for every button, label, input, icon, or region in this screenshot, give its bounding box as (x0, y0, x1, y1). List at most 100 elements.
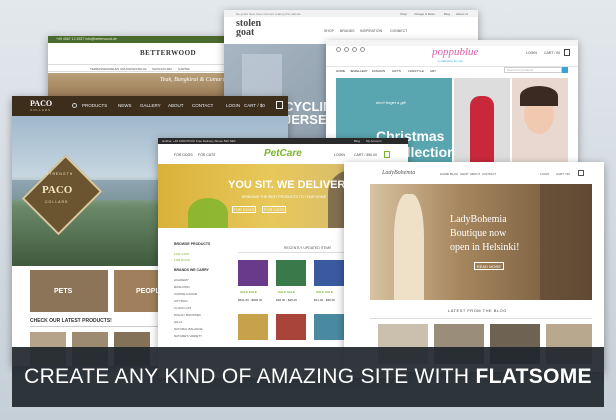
paco-nav-item[interactable]: GALLERY (140, 103, 161, 108)
poppy-nav-item[interactable]: HOME (336, 69, 345, 73)
stolengoat-nav-item[interactable]: BRANDS (340, 29, 355, 33)
petcare-product-image[interactable] (238, 314, 268, 340)
paco-logo-line2[interactable]: COLLARS (30, 108, 51, 112)
cart-icon[interactable] (578, 170, 584, 176)
petcare-toplink[interactable]: Blog (354, 139, 360, 143)
lady-model-figure (394, 194, 424, 300)
lady-logo[interactable]: LadyBohemia (382, 170, 415, 176)
betterwood-nav-item[interactable]: GARTEN (178, 67, 190, 71)
petcare-brand-item[interactable]: CANINE CAVIAR (174, 292, 197, 296)
petcare-sale-label: SALE SALE (316, 290, 333, 294)
flatsome-banner: CREATE ANY KIND OF AMAZING SITE WITH FLA… (12, 347, 604, 407)
cart-icon[interactable] (564, 49, 570, 56)
stolengoat-toplink[interactable]: Blog (444, 12, 450, 16)
poppy-nav-item[interactable]: FASHION (372, 69, 385, 73)
petcare-topbar: Hotline: +46 1000 PDOC Free Delivery Abo… (158, 138, 408, 144)
petcare-product-image[interactable] (314, 314, 344, 340)
petcare-logo[interactable]: PetCare (264, 148, 302, 159)
petcare-product-price: $821.00 - $829.00 (238, 298, 263, 302)
lady-nav-item[interactable]: ABOUT (470, 172, 480, 176)
petcare-sale-label: SALE SALE (240, 290, 257, 294)
search-icon[interactable] (562, 67, 568, 73)
petcare-nav-item[interactable]: FOR DOGS (174, 153, 193, 157)
banner-regular-text: CREATE ANY KIND OF AMAZING SITE WITH (24, 365, 470, 388)
paco-nav-item[interactable]: NEWS (118, 103, 132, 108)
lady-login-link[interactable]: LOGIN (540, 172, 549, 176)
poppy-cart-link[interactable]: CART / £0 (544, 51, 560, 55)
lady-hero-line2: Boutique now (450, 228, 507, 239)
petcare-nav-item[interactable]: FOR CATS (198, 153, 215, 157)
lady-hero-image: LadyBohemia Boutique now open in Helsink… (370, 184, 592, 300)
stolengoat-topbar: Ne goats have been harmed making this we… (224, 10, 478, 17)
paco-nav-item[interactable]: ABOUT (168, 103, 184, 108)
paco-logo-line1[interactable]: PACO (30, 99, 52, 108)
twitter-icon[interactable] (344, 47, 349, 52)
model-hair (520, 86, 558, 106)
petcare-brand-item[interactable]: CLOUD CAT (174, 306, 191, 310)
petcare-brand-item[interactable]: ACADEMY (174, 278, 189, 282)
pinterest-icon[interactable] (360, 47, 365, 52)
petcare-sidebar-heading1: BROWSE PRODUCTS (174, 242, 211, 246)
petcare-brand-item[interactable]: NATURAL BALANCE (174, 327, 203, 331)
lady-hero-line3: open in Helsinki! (450, 242, 520, 253)
stolengoat-toplink[interactable]: Shop (400, 12, 407, 16)
petcare-btn-dogs[interactable]: FOR DOGS (232, 206, 256, 213)
petcare-brand-item[interactable]: BOSH PRO (174, 285, 190, 289)
petcare-topbar-text: Hotline: +46 1000 PDOC Free Delivery Abo… (162, 139, 236, 143)
petcare-brand-item[interactable]: NATURE'S VARIETY (174, 334, 202, 338)
stolengoat-toplink[interactable]: Vintage & Retro (414, 12, 435, 16)
paco-cart-link[interactable]: CART / $0 (244, 103, 265, 108)
petcare-login-link[interactable]: LOGIN (334, 153, 345, 157)
poppy-logo[interactable]: poppublue (432, 46, 478, 58)
betterwood-logo[interactable]: BETTERWOOD (140, 49, 196, 57)
lady-read-more-button[interactable]: READ MORE (474, 262, 504, 270)
petcare-brand-item[interactable]: CITYDOG (174, 299, 188, 303)
stolengoat-nav-item[interactable]: INSPIRATION (360, 29, 382, 33)
poppy-login-link[interactable]: LOGIN (526, 51, 537, 55)
petcare-toplink[interactable]: My Account (366, 139, 382, 143)
stolengoat-toplink[interactable]: About Us (456, 12, 468, 16)
paco-nav-item[interactable]: PRODUCTS (82, 103, 107, 108)
petcare-product-image[interactable] (276, 314, 306, 340)
poppy-hero-small: don't forget a gift (376, 100, 406, 105)
petcare-product-image (238, 260, 268, 286)
stolengoat-logo-line2[interactable]: goat (236, 28, 254, 37)
paco-badge-bottom: COLLARS (45, 200, 69, 204)
petcare-brand-item[interactable]: HILLS (174, 320, 182, 324)
stolengoat-logo-line1[interactable]: stolen (236, 19, 261, 28)
poppy-search-input[interactable]: Search for products (504, 67, 562, 73)
stolengoat-nav-item[interactable]: SHOP (324, 29, 334, 33)
lady-nav-item[interactable]: CONTACT (482, 172, 496, 176)
paco-tile-pets[interactable]: PETS (30, 270, 108, 312)
poppy-nav-item[interactable]: GIFTS (392, 69, 401, 73)
betterwood-nav-item[interactable]: TERRASSENDIELEN (90, 67, 119, 71)
petcare-sidebar-item[interactable]: FOR CATS (174, 252, 189, 256)
paco-login-link[interactable]: LOGIN (226, 103, 240, 108)
petcare-btn-cats[interactable]: FOR CATS (262, 206, 286, 213)
lady-nav-item[interactable]: BLOG (450, 172, 458, 176)
paco-badge-top: STRENGTH (46, 172, 74, 176)
cart-icon[interactable] (276, 101, 283, 109)
petcare-brand-item[interactable]: DOGGY BOOSTER (174, 313, 201, 317)
poppy-nav-item[interactable]: ART (430, 69, 436, 73)
facebook-icon[interactable] (336, 47, 341, 52)
stolengoat-nav-item[interactable]: CONNECT (390, 29, 407, 33)
instagram-icon[interactable] (352, 47, 357, 52)
paco-badge-main: PACO (42, 184, 73, 196)
search-icon[interactable] (72, 103, 77, 108)
paco-nav-item[interactable]: CONTACT (192, 103, 213, 108)
poppy-nav-item[interactable]: JEWELLERY (350, 69, 368, 73)
petcare-hero-subtitle: BRINGING THE BEST PRODUCTS TO YOUR HOME (242, 195, 327, 199)
lady-nav-item[interactable]: HOME (440, 172, 449, 176)
banner-headline: CREATE ANY KIND OF AMAZING SITE WITH FLA… (12, 365, 604, 389)
cart-icon[interactable] (384, 151, 390, 158)
petcare-sidebar-item[interactable]: FOR DOGS (174, 258, 190, 262)
petcare-cart-link[interactable]: CART / 590.00 (354, 153, 377, 157)
lady-rack-image (540, 184, 592, 300)
poppy-nav-item[interactable]: LIFESTYLE (408, 69, 424, 73)
lady-nav-item[interactable]: SHOP (460, 172, 469, 176)
betterwood-nav-item[interactable]: SAUNA/KLIMA (152, 67, 172, 71)
betterwood-nav-item[interactable]: GRUNDGESTELLE (120, 67, 147, 71)
lady-cart-link[interactable]: CART / €0 (556, 172, 570, 176)
petcare-product-price: $21.00 - $35.00 (314, 298, 336, 302)
